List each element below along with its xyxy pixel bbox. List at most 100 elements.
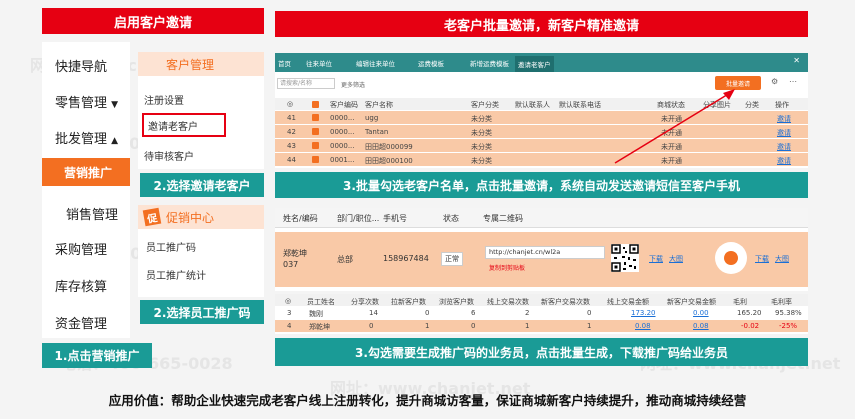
left-header: 启用客户邀请 [42, 8, 264, 34]
step2a-label: 2.选择邀请老客户 [140, 173, 264, 197]
more-filter-button[interactable]: 更多筛选 [341, 80, 365, 89]
col-header: 毛利率 [771, 298, 792, 306]
tab-home[interactable]: 首页 [275, 56, 294, 69]
row-checkbox[interactable] [312, 114, 319, 121]
row-code: 0000... [330, 128, 355, 136]
invite-link[interactable]: 邀请 [777, 128, 791, 138]
row-share: 0 [369, 322, 374, 330]
col-header: 线上交易金额 [607, 298, 649, 306]
tab-freight[interactable]: 运费模板 [415, 56, 447, 69]
row-category: 未分类 [471, 143, 492, 151]
row-no: 3 [287, 309, 292, 317]
nav-retail[interactable]: 零售管理 ▼ [55, 92, 118, 111]
col-header: 部门/职位... [337, 214, 380, 223]
enlarge-link[interactable]: 大图 [669, 254, 683, 264]
col-header: 客户分类 [471, 101, 499, 109]
tab-partners[interactable]: 往来单位 [303, 56, 335, 69]
row-newamount[interactable]: 0.08 [693, 322, 709, 330]
tab-invite-old[interactable]: 邀请老客户 [515, 56, 554, 72]
promo-stats-table: ◎ 员工姓名 分享次数 拉新客户数 浏览客户数 线上交易次数 新客户交易次数 线… [275, 294, 808, 334]
row-profit: -0.02 [741, 322, 760, 330]
row-trades: 2 [525, 309, 530, 317]
row-rate: 95.38% [775, 309, 802, 317]
search-input[interactable]: 请搜索/名称 [277, 78, 335, 89]
app-tabbar: 首页 往来单位 编辑往来单位 运费模板 新增运费模板 邀请老客户 ✕ [275, 53, 808, 72]
menu-pending-customers[interactable]: 待审核客户 [144, 148, 194, 163]
enlarge-link[interactable]: 大图 [775, 254, 789, 264]
more-icon[interactable]: ⋯ [789, 77, 797, 86]
col-header: 新客户交易金额 [667, 298, 716, 306]
row-name: 田田超000100 [365, 157, 413, 165]
row-no: 42 [287, 128, 296, 136]
tab-edit-partner[interactable]: 编辑往来单位 [353, 56, 398, 69]
row-checkbox[interactable] [312, 156, 319, 163]
row-category: 未分类 [471, 115, 492, 123]
row-category: 未分类 [471, 129, 492, 137]
col-header: 默认联系电话 [559, 101, 601, 109]
col-header: 手机号 [383, 214, 407, 223]
col-header: 专属二维码 [483, 214, 523, 223]
row-no: 43 [287, 142, 296, 150]
nav-marketing-active[interactable]: 营销推广 [42, 158, 130, 186]
menu-register-settings[interactable]: 注册设置 [144, 92, 184, 107]
copy-link-button[interactable]: 复制到剪贴板 [489, 263, 525, 272]
step3b-label: 3.勾选需要生成推广码的业务员，点击批量生成，下载推广码给业务员 [275, 338, 808, 366]
invite-link[interactable]: 邀请 [777, 142, 791, 152]
menu-invite-old-customers[interactable]: 邀请老客户 [142, 113, 226, 137]
promo-code-table: 姓名/编码 部门/职位... 手机号 状态 专属二维码 郑乾坤 037 总部 1… [275, 208, 808, 291]
download-link[interactable]: 下载 [649, 254, 663, 264]
select-all-checkbox[interactable] [312, 101, 319, 108]
table-row[interactable]: 4 郑乾坤 0 1 0 1 1 0.08 0.08 -0.02 -25% [275, 320, 808, 332]
row-profit: 165.20 [737, 309, 762, 317]
nav-wholesale[interactable]: 批发管理 ▲ [55, 128, 118, 147]
row-checkbox[interactable] [312, 128, 319, 135]
customer-menu-title: 客户管理 [138, 52, 264, 76]
col-header: 状态 [443, 214, 459, 223]
row-category: 未分类 [471, 157, 492, 165]
promo-menu: 促销中心 促 员工推广码 员工推广统计 [138, 205, 264, 297]
row-name: 田田超000099 [365, 143, 413, 151]
nav-purchase[interactable]: 采购管理 [55, 239, 107, 258]
nav-quick[interactable]: 快捷导航 [55, 56, 107, 75]
step3a-label: 3.批量勾选老客户名单，点击批量邀请，系统自动发送邀请短信至客户手机 [275, 172, 808, 198]
invite-link[interactable]: 邀请 [777, 156, 791, 166]
col-header: 默认联系人 [515, 101, 550, 109]
row-browse: 6 [471, 309, 476, 317]
nav-inventory[interactable]: 库存核算 [55, 276, 107, 295]
chevron-up-icon: ▲ [111, 136, 119, 146]
col-header: 线上交易次数 [487, 298, 529, 306]
employee-code: 037 [283, 260, 299, 269]
tab-new-freight[interactable]: 新增运费模板 [467, 56, 512, 69]
menu-employee-promo-stats[interactable]: 员工推广统计 [146, 267, 206, 282]
row-newamount[interactable]: 0.00 [693, 309, 709, 317]
nav-funds[interactable]: 资金管理 [55, 313, 107, 332]
promo-url-field[interactable]: http://chanjet.cn/wl2a [485, 246, 605, 259]
footer-value-statement: 应用价值：帮助企业快速完成老客户线上注册转化，提升商城访客量，保证商城新客户持续… [108, 393, 747, 408]
download-link[interactable]: 下载 [755, 254, 769, 264]
row-new: 1 [425, 322, 430, 330]
settings-icon[interactable]: ⚙ [771, 77, 778, 86]
row-code: 0000... [330, 114, 355, 122]
close-icon[interactable]: ✕ [793, 56, 800, 65]
row-trades: 1 [525, 322, 530, 330]
row-checkbox[interactable] [312, 142, 319, 149]
row-amount[interactable]: 173.20 [631, 309, 656, 317]
promo-table-header: 姓名/编码 部门/职位... 手机号 状态 专属二维码 [275, 208, 808, 228]
row-no: 4 [287, 322, 292, 330]
chevron-down-icon: ▼ [111, 100, 119, 110]
invite-link[interactable]: 邀请 [777, 114, 791, 124]
promo-row[interactable]: 郑乾坤 037 总部 158967484 正常 http://chanjet.c… [275, 232, 808, 287]
table-row[interactable]: 3 魏刚 14 0 6 2 0 173.20 0.00 165.20 95.38… [275, 307, 808, 319]
col-header: 姓名/编码 [283, 214, 318, 223]
employee-name: 郑乾坤 [283, 249, 307, 258]
nav-sales[interactable]: 销售管理 [66, 204, 118, 223]
status-badge: 正常 [441, 252, 463, 266]
col-header: 分享次数 [351, 298, 379, 306]
red-arrow-icon [614, 89, 735, 164]
stats-header: ◎ 员工姓名 分享次数 拉新客户数 浏览客户数 线上交易次数 新客户交易次数 线… [275, 294, 808, 306]
sidebar-nav: 快捷导航 零售管理 ▼ 批发管理 ▲ 营销推广 销售管理 采购管理 库存核算 资… [42, 42, 130, 338]
menu-employee-promo-code[interactable]: 员工推广码 [146, 239, 196, 254]
row-amount[interactable]: 0.08 [635, 322, 651, 330]
row-no: 41 [287, 114, 296, 122]
row-newtrades: 1 [587, 322, 592, 330]
